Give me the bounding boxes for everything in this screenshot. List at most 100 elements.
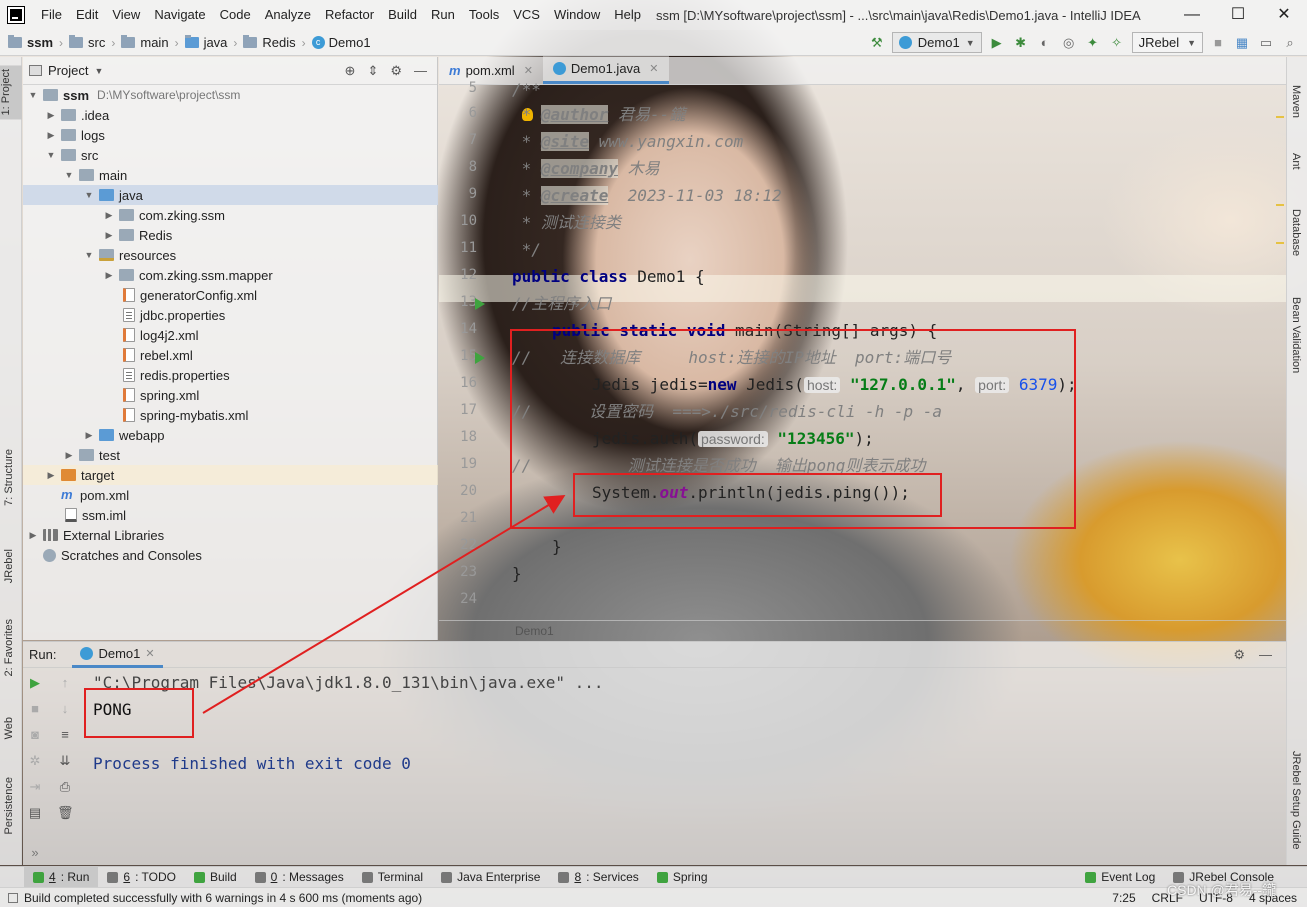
close-icon[interactable]: ✕ [649,62,658,75]
scroll-up-icon[interactable]: ↑ [57,675,73,691]
tree-item-logs[interactable]: ▶ logs [23,125,438,145]
scroll-to-end-icon[interactable]: ⇊ [57,753,73,769]
tab-favorites[interactable]: 2: Favorites [3,619,15,676]
tree-item-log4j2[interactable]: log4j2.xml [23,325,438,345]
gear-icon[interactable]: ⚙ [1233,647,1245,663]
chevron-down-icon[interactable]: ▼ [45,150,57,160]
maximize-button[interactable]: ☐ [1215,0,1261,30]
tree-item-target[interactable]: ▶ target [23,465,438,485]
build-hammer-icon[interactable]: ⚒ [868,34,886,52]
run-icon[interactable]: ▶ [988,34,1006,52]
breadcrumb-ssm[interactable]: ssm › [8,35,69,50]
menu-navigate[interactable]: Navigate [147,0,212,30]
tab-ant[interactable]: Ant [1290,153,1302,170]
tool-run[interactable]: 4: Run [24,866,99,888]
stop-icon[interactable]: ■ [27,701,43,717]
debug-icon[interactable]: ✱ [1012,34,1030,52]
more-icon[interactable]: » [27,845,43,861]
menu-code[interactable]: Code [213,0,258,30]
close-button[interactable]: ✕ [1261,0,1307,30]
chevron-down-icon[interactable]: ▼ [83,190,95,200]
tool-build[interactable]: Build [185,867,246,888]
rerun-icon[interactable]: ▶ [27,675,43,691]
coverage-icon[interactable]: ◐ [1036,34,1054,52]
print-icon[interactable]: ⎙ [57,779,73,795]
tree-item-src[interactable]: ▼ src [23,145,438,165]
menu-help[interactable]: Help [607,0,648,30]
tree-item-com-zking-ssm[interactable]: ▶ com.zking.ssm [23,205,438,225]
project-structure-icon[interactable]: ▦ [1233,34,1251,52]
scroll-down-icon[interactable]: ↓ [57,701,73,717]
menu-analyze[interactable]: Analyze [258,0,318,30]
tree-item-test[interactable]: ▶ test [23,445,438,465]
soft-wrap-icon[interactable]: ≡ [57,727,73,743]
profile-icon[interactable]: ◎ [1060,34,1078,52]
menu-refactor[interactable]: Refactor [318,0,381,30]
tab-jrebel[interactable]: JRebel [3,549,15,583]
tree-item-ssm[interactable]: ▼ ssm D:\MYsoftware\project\ssm [23,85,438,105]
warning-marker[interactable] [1276,116,1284,118]
minimize-button[interactable]: — [1169,0,1215,30]
tab-bean-validation[interactable]: Bean Validation [1290,297,1302,373]
tool-spring[interactable]: Spring [648,867,717,888]
tab-structure[interactable]: 7: Structure [3,449,15,506]
locate-icon[interactable]: ⊕ [345,63,356,79]
exit-icon[interactable]: ⇥ [27,779,43,795]
run-tab-demo1[interactable]: Demo1 ✕ [72,642,163,668]
tab-jrebel-setup-guide[interactable]: JRebel Setup Guide [1290,751,1302,849]
chevron-down-icon[interactable]: ▼ [83,250,95,260]
tool-terminal[interactable]: Terminal [353,867,432,888]
tree-item-redis-properties[interactable]: redis.properties [23,365,438,385]
tree-item-main[interactable]: ▼ main [23,165,438,185]
menu-vcs[interactable]: VCS [506,0,547,30]
close-icon[interactable]: ✕ [524,64,533,77]
tool-services[interactable]: 8: Services [549,867,647,888]
breadcrumb-redis[interactable]: Redis › [243,35,311,50]
menu-run[interactable]: Run [424,0,462,30]
editor-breadcrumb[interactable]: Demo1 [439,620,1286,640]
run-config-select[interactable]: Demo1 ▼ [891,32,982,53]
tree-item-ssm-iml[interactable]: ssm.iml [23,505,438,525]
breadcrumb-java[interactable]: java › [184,35,244,50]
settings-icon[interactable]: ✲ [27,753,43,769]
tab-maven[interactable]: Maven [1290,85,1302,118]
search-icon[interactable]: ⌕ [1281,34,1299,52]
jrebel-select[interactable]: JRebel ▼ [1131,32,1203,53]
tree-item-generatorconfig[interactable]: generatorConfig.xml [23,285,438,305]
menu-file[interactable]: File [34,0,69,30]
chevron-down-icon[interactable]: ▼ [63,170,75,180]
chevron-right-icon[interactable]: ▶ [27,530,39,541]
breadcrumb-src[interactable]: src › [69,35,121,50]
stop-icon[interactable]: ■ [1209,34,1227,52]
tool-messages[interactable]: 0: Messages [246,867,353,888]
tree-item-rebel[interactable]: rebel.xml [23,345,438,365]
tree-item-external-libraries[interactable]: ▶ External Libraries [23,525,438,545]
run-class-gutter-icon[interactable] [475,298,485,310]
jrebel-debug-icon[interactable]: ✧ [1108,34,1126,52]
chevron-down-icon[interactable]: ▼ [94,66,103,76]
jrebel-run-icon[interactable]: ✦ [1084,34,1102,52]
tree-item-scratches[interactable]: Scratches and Consoles [23,545,438,565]
tab-persistence[interactable]: Persistence [3,777,15,834]
breadcrumb-main[interactable]: main › [121,35,184,50]
tab-database[interactable]: Database [1290,209,1302,256]
menu-window[interactable]: Window [547,0,607,30]
chevron-right-icon[interactable]: ▶ [103,230,115,241]
project-view-select[interactable]: Project [48,63,88,78]
tool-todo[interactable]: 6: TODO [98,867,185,888]
caret-position[interactable]: 7:25 [1112,891,1135,905]
chevron-down-icon[interactable]: ▼ [27,90,39,100]
tree-item-resources[interactable]: ▼ resources [23,245,438,265]
run-main-gutter-icon[interactable] [475,352,485,364]
menu-view[interactable]: View [105,0,147,30]
gear-icon[interactable]: ⚙ [390,63,402,79]
tree-item-mapper-package[interactable]: ▶ com.zking.ssm.mapper [23,265,438,285]
hide-icon[interactable]: — [414,63,427,79]
tree-item-jdbc-properties[interactable]: jdbc.properties [23,305,438,325]
chevron-right-icon[interactable]: ▶ [103,270,115,281]
menu-edit[interactable]: Edit [69,0,105,30]
menu-tools[interactable]: Tools [462,0,506,30]
tree-item-redis[interactable]: ▶ Redis [23,225,438,245]
camera-icon[interactable]: ◙ [27,727,43,743]
chevron-right-icon[interactable]: ▶ [63,450,75,461]
